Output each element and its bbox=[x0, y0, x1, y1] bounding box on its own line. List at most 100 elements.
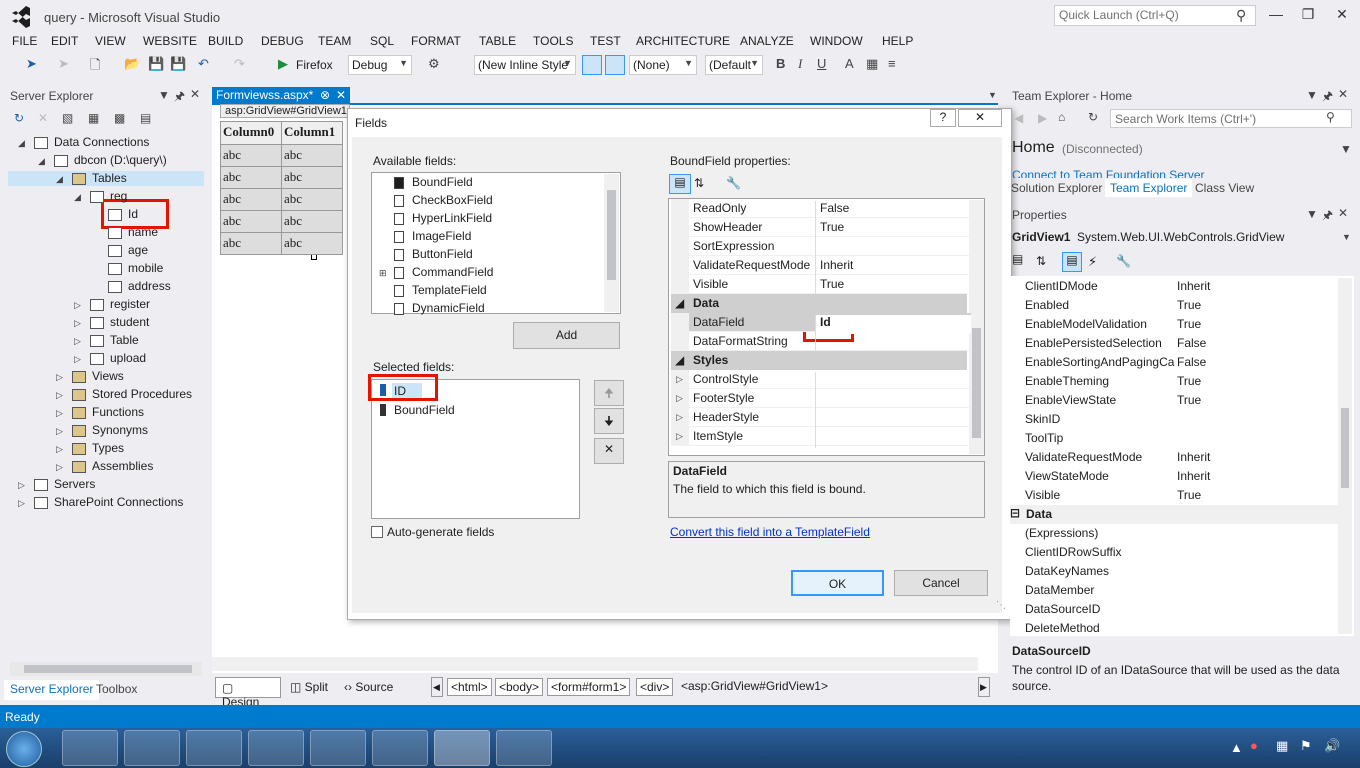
tab-source[interactable]: ‹› Source bbox=[344, 680, 393, 694]
convert-template-link[interactable]: Convert this field into a TemplateField bbox=[670, 525, 870, 539]
tree-expander-icon[interactable]: ◢ bbox=[38, 156, 45, 167]
collapse-icon[interactable]: ⊟ bbox=[1010, 506, 1020, 520]
property-row[interactable]: ItemStyle bbox=[689, 427, 971, 448]
menu-analyze[interactable]: ANALYZE bbox=[740, 34, 794, 48]
property-row[interactable]: ReadOnly False bbox=[689, 199, 971, 220]
tree-item[interactable]: dbcon (D:\query\) bbox=[74, 153, 167, 167]
visual-studio-task-icon[interactable] bbox=[434, 730, 490, 766]
tree-item[interactable]: Stored Procedures bbox=[92, 387, 192, 401]
restore-icon[interactable]: ❐ bbox=[1298, 6, 1318, 23]
pane-close-icon[interactable]: ✕ bbox=[1338, 87, 1348, 101]
pin-icon[interactable]: 🖈 bbox=[174, 87, 185, 108]
minimize-icon[interactable]: — bbox=[1266, 6, 1286, 22]
property-row[interactable]: ControlStyle bbox=[689, 370, 971, 391]
property-row[interactable]: DataKeyNames bbox=[1021, 562, 1339, 581]
dialog-close-button[interactable]: ✕ bbox=[958, 109, 1002, 127]
property-row[interactable]: ShowHeader True bbox=[689, 218, 971, 239]
property-row[interactable]: ValidateRequestMode Inherit bbox=[1021, 448, 1339, 467]
expander-icon[interactable]: ⊞ bbox=[379, 268, 387, 279]
pane-dropdown-icon[interactable]: ▼ bbox=[1306, 207, 1318, 221]
italic-button[interactable]: I bbox=[798, 56, 802, 72]
property-row[interactable]: EnableSortingAndPagingCal False bbox=[1021, 353, 1339, 372]
save-all-icon[interactable]: 💾 bbox=[170, 56, 186, 72]
tree-expander-icon[interactable]: ▷ bbox=[74, 300, 81, 311]
menu-edit[interactable]: EDIT bbox=[51, 34, 78, 48]
property-row[interactable]: DataMember bbox=[1021, 581, 1339, 600]
property-value[interactable]: Inherit bbox=[1177, 279, 1210, 293]
tree-item[interactable]: reg bbox=[110, 189, 127, 203]
style-select[interactable]: (New Inline Style ▼ bbox=[474, 55, 576, 75]
property-pages-icon[interactable]: 🔧 bbox=[1116, 254, 1131, 268]
open-icon[interactable]: 📂 bbox=[124, 56, 140, 72]
category-data[interactable]: ⊟ Data bbox=[1010, 505, 1338, 524]
tree-expander-icon[interactable]: ▷ bbox=[18, 480, 25, 491]
config-select[interactable]: Debug ▼ bbox=[348, 55, 412, 75]
properties-object[interactable]: GridView1 bbox=[1012, 230, 1070, 244]
breadcrumb-gridview[interactable]: <asp:GridView#GridView1> bbox=[678, 678, 831, 696]
property-pages-icon[interactable]: 🔧 bbox=[726, 176, 741, 190]
available-field-item[interactable]: DynamicField bbox=[412, 301, 485, 315]
tree-item[interactable]: Views bbox=[92, 369, 124, 383]
tree-item[interactable]: Tables bbox=[92, 171, 127, 185]
redo-icon[interactable]: ↷ bbox=[234, 56, 245, 72]
move-up-button[interactable]: 🠉 bbox=[594, 380, 624, 406]
tree-expander-icon[interactable]: ◢ bbox=[18, 138, 25, 149]
available-scrollbar[interactable] bbox=[604, 174, 619, 312]
tab-toolbox[interactable]: Toolbox bbox=[96, 682, 137, 696]
tree-item[interactable]: name bbox=[128, 225, 158, 239]
property-row[interactable]: EnableModelValidation True bbox=[1021, 315, 1339, 334]
tree-item[interactable]: mobile bbox=[128, 261, 163, 275]
font-color-icon[interactable]: A bbox=[845, 56, 854, 71]
property-value[interactable]: True bbox=[1177, 393, 1201, 407]
property-row[interactable]: ValidateRequestMode Inherit bbox=[689, 256, 971, 277]
property-row[interactable]: EnableTheming True bbox=[1021, 372, 1339, 391]
menu-architecture[interactable]: ARCHITECTURE bbox=[636, 34, 730, 48]
tree-item[interactable]: SharePoint Connections bbox=[54, 495, 183, 509]
search-icon[interactable]: ⚲ bbox=[1236, 7, 1246, 24]
events-icon[interactable]: ⚡ bbox=[1088, 254, 1097, 270]
menu-build[interactable]: BUILD bbox=[208, 34, 243, 48]
property-row[interactable]: Enabled True bbox=[1021, 296, 1339, 315]
tree-item[interactable]: Id bbox=[128, 207, 138, 221]
explorer-icon[interactable] bbox=[124, 730, 180, 766]
pane-close-icon[interactable]: ✕ bbox=[1338, 206, 1348, 220]
chrome-icon[interactable] bbox=[248, 730, 304, 766]
pane-close-icon[interactable]: ✕ bbox=[190, 87, 200, 101]
tree-item[interactable]: Functions bbox=[92, 405, 144, 419]
team-menu-icon[interactable]: ▼ bbox=[1340, 142, 1352, 156]
autogen-checkbox[interactable] bbox=[371, 526, 383, 538]
menu-website[interactable]: WEBSITE bbox=[143, 34, 197, 48]
horizontal-scrollbar[interactable] bbox=[10, 662, 202, 676]
available-field-item[interactable]: CheckBoxField bbox=[412, 193, 493, 207]
tree-item[interactable]: Servers bbox=[54, 477, 95, 491]
tab-split[interactable]: ◫ Split bbox=[290, 680, 328, 694]
undo-icon[interactable]: ↶ bbox=[198, 56, 209, 72]
expander-icon[interactable]: ▷ bbox=[676, 431, 683, 442]
categorized-icon[interactable]: ▤ bbox=[669, 174, 691, 194]
attach-icon[interactable]: ⚙ bbox=[428, 56, 440, 72]
tree-expander-icon[interactable]: ▷ bbox=[56, 390, 63, 401]
pane-dropdown-icon[interactable]: ▼ bbox=[158, 88, 170, 102]
tray-app-icon[interactable]: ● bbox=[1250, 738, 1258, 753]
menu-sql[interactable]: SQL bbox=[370, 34, 394, 48]
bold-button[interactable]: B bbox=[776, 56, 785, 71]
property-row[interactable]: DataSourceID bbox=[1021, 600, 1339, 619]
menu-format[interactable]: FORMAT bbox=[411, 34, 461, 48]
properties-scrollbar[interactable] bbox=[1338, 278, 1352, 634]
tree-item[interactable]: address bbox=[128, 279, 171, 293]
doc-list-icon[interactable]: ▼ bbox=[988, 90, 997, 100]
menu-team[interactable]: TEAM bbox=[318, 34, 351, 48]
breadcrumb-body[interactable]: <body> bbox=[495, 678, 544, 696]
property-value[interactable]: Inherit bbox=[1177, 469, 1210, 483]
pane-dropdown-icon[interactable]: ▼ bbox=[1306, 88, 1318, 102]
property-value[interactable] bbox=[815, 429, 971, 448]
category-styles[interactable]: ◢ Styles bbox=[671, 351, 967, 370]
available-field-item[interactable]: HyperLinkField bbox=[412, 211, 492, 225]
tree-expander-icon[interactable]: ◢ bbox=[56, 174, 63, 185]
selected-field-id[interactable]: ID bbox=[394, 384, 406, 398]
back-icon[interactable]: ◀ bbox=[1014, 111, 1023, 125]
properties-icon[interactable]: ▤ bbox=[1062, 252, 1082, 272]
refresh-icon[interactable]: ↻ bbox=[1088, 110, 1098, 124]
available-field-item[interactable]: ImageField bbox=[412, 229, 471, 243]
property-value[interactable]: True bbox=[1177, 374, 1201, 388]
